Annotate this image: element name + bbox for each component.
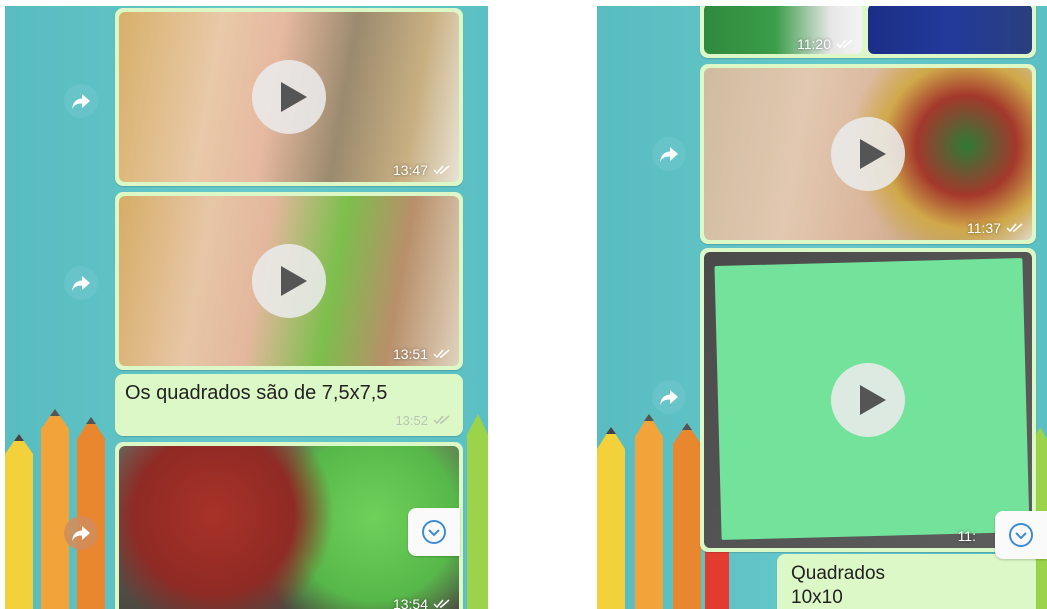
message-text: Os quadrados são de 7,5x7,5 [125,382,388,404]
double-check-icon [433,349,451,359]
double-check-icon [433,599,451,609]
video-message[interactable]: 11:37 [700,64,1036,244]
video-message[interactable]: 13:47 [115,8,463,186]
video-message[interactable]: 11: [700,248,1036,552]
forward-arrow-icon [659,387,679,407]
forward-arrow-icon [71,91,91,111]
play-icon [252,60,326,134]
message-time: 13:54 [392,596,428,609]
scroll-to-bottom-button[interactable] [995,511,1047,559]
message-time: 11:37 [967,220,1001,236]
forward-arrow-icon [659,144,679,164]
play-icon [252,244,326,318]
double-check-icon [836,39,854,49]
chevron-down-circle-icon [1007,521,1035,549]
left-chat-screen: 13:47 13:51 Os quadrados são de 7,5x7,5 … [5,6,488,609]
double-check-icon [433,165,451,175]
message-time: 13:52 [395,413,428,428]
video-thumbnail [868,6,1032,54]
forward-button[interactable] [64,516,98,550]
video-message[interactable]: 11:20 [700,6,1036,58]
forward-button[interactable] [64,84,98,118]
message-time: 13:51 [392,346,428,362]
double-check-icon [433,415,451,425]
forward-button[interactable] [652,137,686,171]
forward-arrow-icon [71,273,91,293]
video-message[interactable]: 13:51 [115,192,463,370]
play-button[interactable] [252,244,326,318]
message-time: 11: [957,528,976,544]
message-time: 11:20 [797,36,831,52]
right-chat-screen: 11:20 11:37 11: Quadrados 10x10 [597,6,1047,609]
forward-button[interactable] [652,380,686,414]
double-check-icon [1006,223,1024,233]
play-icon [831,363,905,437]
play-button[interactable] [831,363,905,437]
forward-button[interactable] [64,266,98,300]
message-text-line: 10x10 [791,587,843,608]
text-message[interactable]: Os quadrados são de 7,5x7,5 13:52 [115,374,463,436]
play-button[interactable] [831,117,905,191]
play-button[interactable] [252,60,326,134]
play-icon [831,117,905,191]
chevron-down-circle-icon [420,518,448,546]
scroll-to-bottom-button[interactable] [408,508,460,556]
message-text-line: Quadrados [791,563,886,584]
text-message[interactable]: Quadrados 10x10 [777,554,1036,609]
forward-arrow-icon [71,523,91,543]
message-time: 13:47 [392,162,428,178]
